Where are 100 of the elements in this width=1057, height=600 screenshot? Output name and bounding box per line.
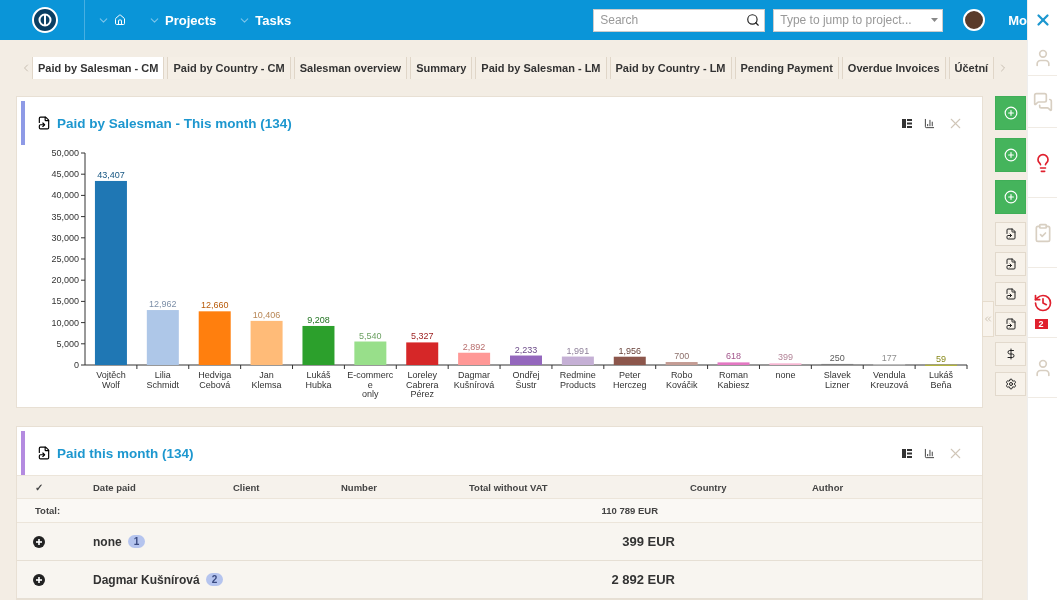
report-tab[interactable]: Účetní xyxy=(948,57,995,79)
list-view-icon[interactable] xyxy=(902,448,912,458)
report-tab[interactable]: Paid by Country - CM xyxy=(167,57,291,79)
add-button[interactable] xyxy=(995,138,1026,172)
user-avatar[interactable] xyxy=(963,9,986,31)
data-label: 1,991 xyxy=(566,345,590,356)
data-label: 12,660 xyxy=(200,300,229,311)
add-icon xyxy=(1003,106,1018,120)
home-link[interactable] xyxy=(97,13,126,27)
app-logo[interactable] xyxy=(32,7,58,33)
category-label: Ondřej Šustr xyxy=(512,370,540,390)
category-label: Vendula Kreuzová xyxy=(870,370,909,390)
category-label: Jan Klemsa xyxy=(251,370,282,390)
category-label: Lukáš Hubka xyxy=(305,370,332,390)
axis-tick-label: 45,000 xyxy=(51,169,79,180)
group-amount: 2 892 EUR xyxy=(610,572,675,587)
document-button[interactable] xyxy=(995,282,1026,306)
home-icon xyxy=(114,14,126,26)
chart-view-icon[interactable] xyxy=(924,117,935,129)
data-label: 1,956 xyxy=(618,345,642,356)
column-header[interactable]: ✓ xyxy=(35,481,43,493)
add-button[interactable] xyxy=(995,96,1026,130)
report-tab[interactable]: Overdue Invoices xyxy=(841,57,946,79)
document-button[interactable] xyxy=(995,252,1026,276)
report-tab[interactable]: Pending Payment xyxy=(734,57,839,79)
document-button[interactable] xyxy=(995,222,1026,246)
document-icon xyxy=(37,446,51,460)
settings-icon xyxy=(1004,378,1017,390)
category-label: Redmine Products xyxy=(559,370,596,390)
count-badge: 1 xyxy=(127,535,146,548)
panel-title: Paid by Salesman - This month (134) xyxy=(57,115,292,131)
count-badge: 2 xyxy=(1034,319,1048,329)
data-label: 177 xyxy=(881,353,897,364)
axis-tick-label: 5,000 xyxy=(56,338,79,349)
data-label: 250 xyxy=(829,352,845,363)
document-icon xyxy=(1004,228,1017,240)
column-header[interactable]: Total without VAT xyxy=(437,481,658,493)
data-label: 9,208 xyxy=(307,314,330,325)
axis-tick-label: 40,000 xyxy=(51,190,79,201)
category-label: none xyxy=(775,370,796,380)
document-icon xyxy=(1004,258,1017,270)
add-button[interactable] xyxy=(995,180,1026,214)
report-tab[interactable]: Summary xyxy=(410,57,473,79)
expand-button[interactable] xyxy=(33,535,45,548)
document-icon xyxy=(1004,318,1017,330)
chart-view-icon[interactable] xyxy=(924,447,935,459)
list-view-icon[interactable] xyxy=(902,118,912,128)
report-tab[interactable]: Paid by Salesman - LM xyxy=(475,57,607,79)
data-label: 5,327 xyxy=(410,331,434,342)
data-label: 700 xyxy=(674,351,690,362)
dollar-icon xyxy=(1004,348,1017,360)
data-label: 43,407 xyxy=(97,169,125,180)
add-icon xyxy=(1003,190,1018,204)
category-label: E-commerc e only xyxy=(347,370,394,399)
data-label: 618 xyxy=(726,351,742,362)
column-header[interactable]: Number xyxy=(309,481,437,493)
add-icon xyxy=(1003,148,1018,162)
data-label: 10,406 xyxy=(252,309,281,320)
category-label: Dagmar Kušnírová xyxy=(453,370,495,390)
report-tab[interactable]: Salesman overview xyxy=(293,57,408,79)
count-badge: 2 xyxy=(205,573,224,586)
settings-button[interactable] xyxy=(995,372,1026,396)
data-label: 12,962 xyxy=(149,299,177,310)
total-value: 110 789 EUR xyxy=(600,505,658,516)
axis-tick-label: 50,000 xyxy=(51,148,79,158)
data-label: 2,233 xyxy=(514,344,538,355)
category-label: Hedviga Cebová xyxy=(198,370,232,390)
data-label: 399 xyxy=(777,352,793,363)
data-label: 2,892 xyxy=(462,341,486,352)
column-header[interactable]: Country xyxy=(658,481,780,493)
expand-button[interactable] xyxy=(33,573,45,586)
axis-tick-label: 10,000 xyxy=(51,317,79,328)
column-header[interactable]: Client xyxy=(201,481,309,493)
category-label: Lukáš Beňa xyxy=(929,370,954,390)
category-label: Slavek Lizner xyxy=(823,370,851,390)
group-name: Dagmar Kušnírová xyxy=(93,572,200,587)
data-label: 59 xyxy=(936,353,947,364)
double-chevron-icon xyxy=(983,314,993,324)
project-jump-field[interactable]: Type to jump to project... xyxy=(773,8,944,32)
search-icon xyxy=(746,13,761,27)
panel-title: Paid this month (134) xyxy=(57,445,194,461)
total-label: Total: xyxy=(34,505,62,516)
axis-tick-label: 35,000 xyxy=(51,211,79,222)
data-label: 5,540 xyxy=(359,330,382,341)
report-tab[interactable]: Paid by Salesman - CM xyxy=(32,57,165,79)
money-button[interactable] xyxy=(995,342,1026,366)
column-header[interactable]: Author xyxy=(780,481,982,493)
axis-tick-label: 20,000 xyxy=(51,275,79,286)
column-header[interactable]: Date paid xyxy=(61,481,201,493)
document-icon xyxy=(1004,288,1017,300)
group-name: none xyxy=(93,534,122,549)
axis-tick-label: 0 xyxy=(74,360,79,370)
dropdown-caret-icon xyxy=(931,18,939,22)
search-field[interactable]: Search xyxy=(593,8,766,32)
category-label: Roman Kabiesz xyxy=(717,370,750,390)
axis-tick-label: 25,000 xyxy=(51,254,79,264)
category-label: Peter Herczeg xyxy=(613,370,647,390)
document-button[interactable] xyxy=(995,312,1026,336)
report-tab[interactable]: Paid by Country - LM xyxy=(609,57,732,79)
history-icon xyxy=(1032,292,1053,313)
